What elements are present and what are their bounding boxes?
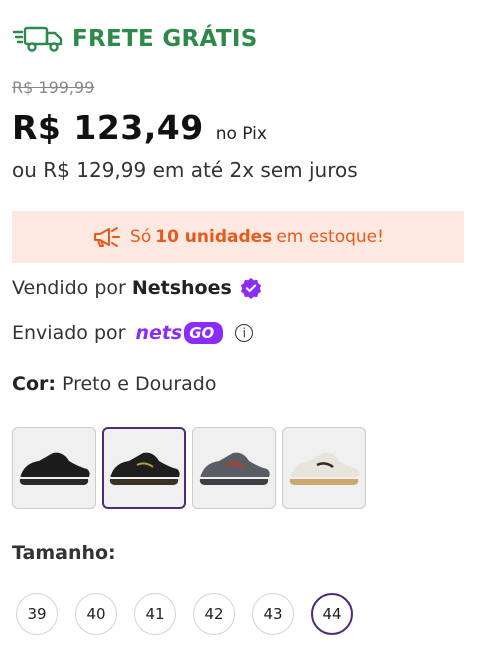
free-shipping-label: FRETE GRÁTIS xyxy=(72,26,258,52)
old-price: R$ 199,99 xyxy=(12,78,95,97)
shipped-label: Enviado por xyxy=(12,322,126,344)
size-option-43[interactable]: 43 xyxy=(252,593,294,635)
seller-name[interactable]: Netshoes xyxy=(132,277,232,299)
shipped-by-row: Enviado por nets GO i xyxy=(12,322,254,344)
color-swatch-gray-red[interactable] xyxy=(192,427,276,509)
current-price: R$ 123,49 xyxy=(12,108,204,147)
shoe-image xyxy=(19,452,90,485)
size-option-39[interactable]: 39 xyxy=(16,593,58,635)
size-label: Tamanho: xyxy=(12,542,116,564)
verified-badge-icon xyxy=(240,277,261,299)
netsgo-logo-nets: nets xyxy=(135,322,183,344)
stock-prefix: Só xyxy=(130,227,152,247)
size-option-40[interactable]: 40 xyxy=(75,593,117,635)
size-option-44[interactable]: 44 xyxy=(311,593,353,635)
stock-alert: Só 10 unidades em estoque! xyxy=(12,211,464,263)
netsgo-logo-go: GO xyxy=(184,322,224,344)
megaphone-icon xyxy=(94,227,121,247)
truck-icon xyxy=(12,26,63,52)
size-options: 39 40 41 42 43 44 xyxy=(16,593,353,635)
color-label: Cor: xyxy=(12,373,56,395)
shoe-image xyxy=(289,452,360,485)
color-row: Cor: Preto e Dourado xyxy=(12,373,216,395)
color-swatches xyxy=(12,427,366,509)
size-option-41[interactable]: 41 xyxy=(134,593,176,635)
pix-label: no Pix xyxy=(215,124,267,144)
free-shipping-banner: FRETE GRÁTIS xyxy=(12,22,258,56)
seller-label: Vendido por xyxy=(12,277,126,299)
seller-row: Vendido por Netshoes xyxy=(12,277,262,299)
stock-count: 10 unidades xyxy=(155,227,273,247)
stock-suffix: em estoque! xyxy=(276,227,384,247)
price-row: R$ 123,49 no Pix xyxy=(12,108,267,147)
info-icon[interactable]: i xyxy=(235,324,254,342)
installments-text: ou R$ 129,99 em até 2x sem juros xyxy=(12,158,358,182)
shoe-image xyxy=(109,452,180,485)
color-swatch-white-gold[interactable] xyxy=(282,427,366,509)
color-swatch-black[interactable] xyxy=(12,427,96,509)
color-value: Preto e Dourado xyxy=(61,373,217,395)
color-swatch-black-gold[interactable] xyxy=(102,427,186,509)
size-option-42[interactable]: 42 xyxy=(193,593,235,635)
netsgo-logo: nets GO xyxy=(135,322,224,344)
shoe-image xyxy=(199,452,270,485)
